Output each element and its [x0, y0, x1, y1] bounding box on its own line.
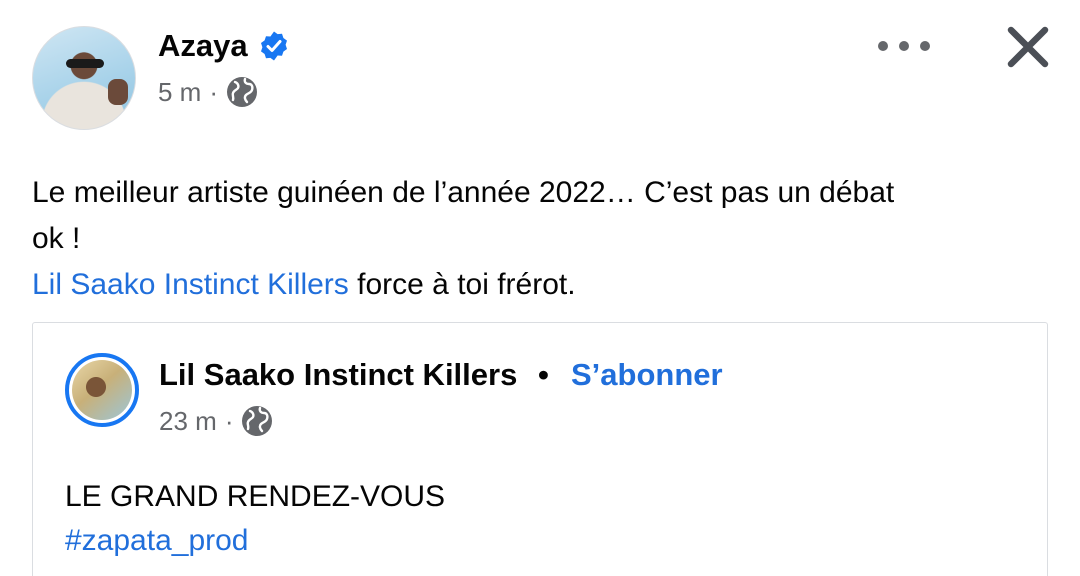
- shared-author-name[interactable]: Lil Saako Instinct Killers: [159, 357, 517, 393]
- shared-post-meta: 23 m ·: [159, 405, 273, 437]
- post-text-line: Lil Saako Instinct Killers force à toi f…: [32, 262, 1032, 308]
- post-text-line: ok !: [32, 222, 81, 255]
- shared-avatar-image: [72, 360, 132, 420]
- post-timestamp[interactable]: 5 m: [158, 77, 201, 108]
- shared-post-timestamp[interactable]: 23 m: [159, 406, 217, 437]
- more-dot: [899, 41, 909, 51]
- more-dots-icon: [878, 41, 888, 51]
- globe-icon: [242, 406, 273, 436]
- avatar-hand: [108, 79, 128, 105]
- shared-post-body: LE GRAND RENDEZ-VOUS #zapata_prod: [65, 475, 445, 563]
- mention-link[interactable]: Lil Saako Instinct Killers: [32, 268, 349, 301]
- close-icon[interactable]: [1003, 22, 1053, 72]
- meta-separator: ·: [209, 76, 219, 107]
- avatar-sunglasses: [66, 59, 104, 68]
- meta-separator: ·: [224, 405, 234, 436]
- shared-post-text: LE GRAND RENDEZ-VOUS: [65, 480, 446, 513]
- post-body: Le meilleur artiste guinéen de l’année 2…: [32, 170, 1032, 308]
- author-name[interactable]: Azaya: [158, 28, 248, 64]
- globe-icon: [227, 77, 258, 107]
- author-avatar[interactable]: [32, 26, 136, 130]
- verified-badge-icon: [261, 31, 287, 61]
- post-meta: 5 m ·: [158, 76, 258, 108]
- hashtag-link[interactable]: #zapata_prod: [65, 519, 445, 563]
- more-options-button[interactable]: [878, 34, 930, 58]
- more-dot: [920, 41, 930, 51]
- shared-author-avatar[interactable]: [65, 353, 139, 427]
- shared-post-card[interactable]: Lil Saako Instinct Killers • S’abonner 2…: [32, 322, 1048, 576]
- follow-separator: •: [538, 357, 549, 392]
- post-text-line: Le meilleur artiste guinéen de l’année 2…: [32, 176, 895, 209]
- follow-button[interactable]: S’abonner: [571, 357, 723, 393]
- post-text-rest: force à toi frérot.: [348, 268, 576, 301]
- post-header: Azaya 5 m ·: [0, 0, 1080, 150]
